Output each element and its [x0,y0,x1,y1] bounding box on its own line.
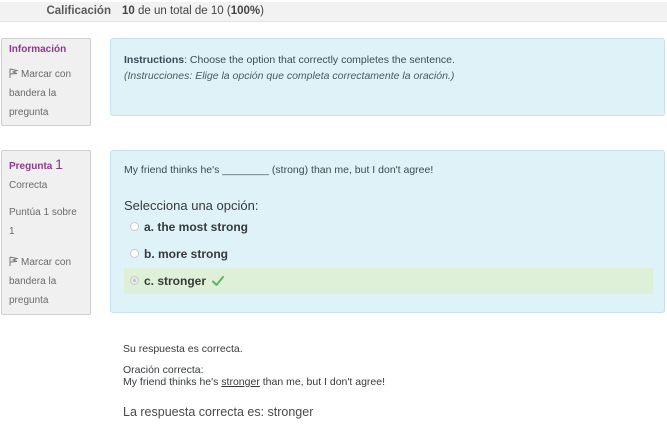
info-sidebar: Información Marcar con bandera la pregun… [1,38,91,126]
right-answer: La respuesta correcta es: stronger [123,405,314,419]
flag-icon [9,68,19,78]
question-score: Puntúa 1 sobre 1 [9,207,77,237]
grade-label: Calificación [46,5,111,17]
radio-option-c[interactable] [130,276,139,285]
question-state: Correcta [9,180,48,191]
feedback-section: Su respuesta es correcta. Oración correc… [123,343,385,397]
grade-summary-row: Calificación 10 de un total de 10 (100%) [0,2,667,22]
info-title: Información [9,44,67,55]
option-a-label: a. the most strong [144,220,249,234]
flag-info-button[interactable]: Marcar con bandera la pregunta [9,65,83,122]
option-c-label: c. stronger [144,274,207,288]
question-box: My friend thinks he's ________ (strong) … [110,150,665,313]
instructions-box: Instructions: Choose the option that cor… [110,38,665,116]
option-b-label: b. more strong [144,247,229,261]
grade-score: 10 [122,5,135,17]
select-prompt: Selecciona una opción: [124,198,259,213]
question-number: 1 [55,156,63,172]
instructions-translation: (Instrucciones: Elige la opción que comp… [124,70,455,82]
question-sidebar: Pregunta 1 Correcta Puntúa 1 sobre 1 Mar… [1,150,91,315]
correct-heading: Oración correcta: [123,364,204,376]
flag-icon [9,256,19,266]
radio-option-a[interactable] [130,222,139,231]
grade-percent: 100% [230,5,261,17]
sentence-after: than me, but I don't agree! [259,376,385,388]
question-text: My friend thinks he's ________ (strong) … [124,164,434,176]
grade-value: 10 de un total de 10 (100%) [122,5,264,17]
grade-text-mid: de un total de 10 ( [134,5,231,17]
question-title-label: Pregunta [9,161,53,172]
option-b[interactable]: b. more strong [124,241,651,267]
option-c[interactable]: c. stronger [124,268,653,294]
instructions-bold: Instructions [124,54,185,66]
option-a[interactable]: a. the most strong [124,214,651,240]
grade-text-end: ) [260,5,264,17]
correct-sentence: My friend thinks he's stronger than me, … [123,376,385,388]
radio-option-b[interactable] [130,249,139,258]
question-title: Pregunta 1 [9,156,83,172]
feedback-result: Su respuesta es correcta. [123,343,243,355]
sentence-answer: stronger [221,376,260,388]
checkmark-icon [212,276,225,286]
sentence-before: My friend thinks he's [123,376,222,388]
flag-question-button[interactable]: Marcar con bandera la pregunta [9,253,83,310]
instructions-text: : Choose the option that correctly compl… [184,54,455,66]
